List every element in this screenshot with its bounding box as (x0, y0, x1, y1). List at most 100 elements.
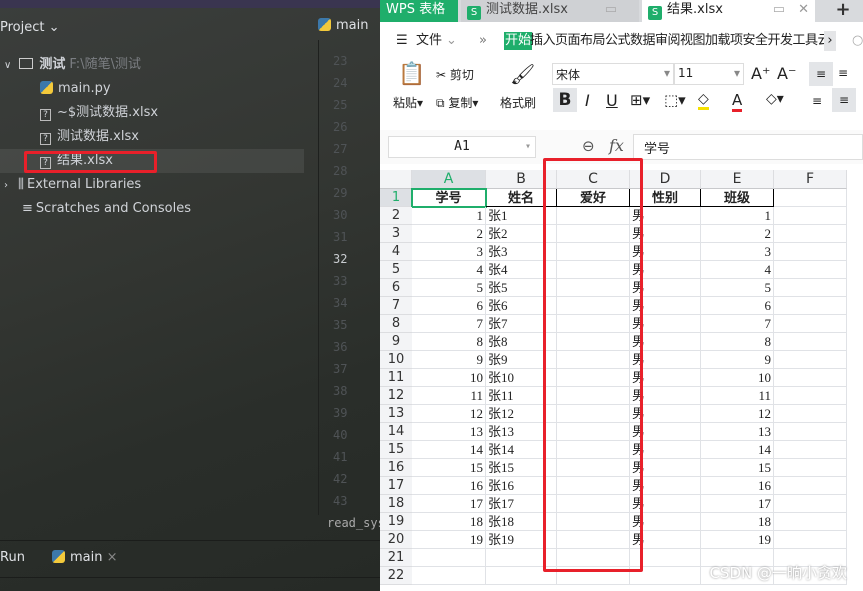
row-header[interactable]: 7 (380, 297, 412, 315)
select-all-corner[interactable] (380, 170, 412, 189)
cell[interactable]: 9 (412, 351, 486, 369)
cell[interactable]: 4 (412, 261, 486, 279)
font-size-select[interactable]: 11 ▾ (674, 63, 744, 85)
menu-items[interactable]: 插入页面布局公式数据审阅视图加载项安全开发工具云服 (530, 28, 824, 54)
cell[interactable] (412, 567, 486, 585)
tree-external-libraries[interactable]: › ⫼ External Libraries (4, 173, 141, 197)
cell[interactable]: 19 (701, 531, 774, 549)
formula-input[interactable]: 学号 (633, 134, 863, 160)
cell[interactable] (774, 369, 847, 387)
menu-file[interactable]: 文件 (416, 28, 442, 54)
font-select[interactable]: 宋体 ▾ (552, 63, 674, 85)
more-icon[interactable]: » (479, 28, 487, 54)
cell[interactable]: 2 (701, 225, 774, 243)
cell[interactable]: 15 (412, 459, 486, 477)
cell[interactable]: 4 (701, 261, 774, 279)
cell[interactable]: 学号 (411, 188, 487, 208)
row-header[interactable]: 2 (380, 207, 412, 225)
row-header[interactable]: 3 (380, 225, 412, 243)
align-middle-icon[interactable]: ≡ (838, 66, 848, 80)
cell[interactable] (774, 333, 847, 351)
row-header[interactable]: 19 (380, 513, 412, 531)
cell[interactable] (774, 405, 847, 423)
tree-file-test-data[interactable]: ? 测试数据.xlsx (40, 125, 139, 149)
row-header[interactable]: 14 (380, 423, 412, 441)
tree-file-main-py[interactable]: main.py (40, 77, 111, 101)
cell[interactable]: 3 (701, 243, 774, 261)
tab-result[interactable]: S 结果.xlsx ▭ ✕ (642, 0, 815, 22)
cell[interactable]: 13 (412, 423, 486, 441)
close-icon[interactable]: × (107, 550, 118, 565)
bold-button[interactable]: B (553, 88, 577, 112)
cell[interactable] (774, 207, 847, 225)
cell[interactable]: 19 (412, 531, 486, 549)
cell[interactable]: 10 (412, 369, 486, 387)
editor-breadcrumb[interactable]: read_sys (327, 516, 385, 530)
column-header[interactable]: A (412, 170, 486, 189)
tab-test-data[interactable]: S 测试数据.xlsx ▭ (461, 0, 639, 22)
row-header[interactable]: 20 (380, 531, 412, 549)
cell[interactable] (774, 513, 847, 531)
row-header[interactable]: 4 (380, 243, 412, 261)
cell[interactable]: 11 (412, 387, 486, 405)
run-tab-main[interactable]: main × (52, 550, 118, 565)
cell[interactable] (774, 423, 847, 441)
close-icon[interactable]: ✕ (798, 0, 809, 20)
format-painter-button[interactable]: 格式刷 (500, 94, 536, 111)
cell[interactable] (774, 225, 847, 243)
cell[interactable]: 1 (701, 207, 774, 225)
cell[interactable]: 8 (412, 333, 486, 351)
border-icon[interactable]: ⊞▾ (630, 91, 650, 109)
underline-button[interactable]: U (606, 91, 618, 110)
zoom-icon[interactable]: ⊖ (582, 137, 595, 155)
cell[interactable] (774, 261, 847, 279)
cell[interactable] (774, 279, 847, 297)
cell[interactable] (774, 189, 847, 207)
row-header[interactable]: 1 (380, 189, 412, 207)
cell[interactable]: 18 (701, 513, 774, 531)
tab-wps-home[interactable]: WPS 表格 (380, 0, 458, 22)
cell[interactable]: 13 (701, 423, 774, 441)
align-center-icon[interactable]: ≡ (832, 88, 856, 112)
column-header[interactable]: E (701, 170, 774, 189)
row-header[interactable]: 10 (380, 351, 412, 369)
search-icon[interactable]: ○ (852, 28, 863, 54)
row-header[interactable]: 8 (380, 315, 412, 333)
menu-home[interactable]: 开始 (504, 32, 533, 50)
cell[interactable] (412, 549, 486, 567)
fill-color-icon[interactable]: ◇ (698, 91, 709, 110)
cell[interactable]: 14 (701, 441, 774, 459)
cell[interactable]: 18 (412, 513, 486, 531)
fill-pattern-icon[interactable]: ⬚▾ (664, 91, 686, 109)
paste-icon[interactable]: 📋 (398, 62, 425, 87)
cell[interactable]: 8 (701, 333, 774, 351)
eraser-icon[interactable]: ◇▾ (766, 91, 784, 107)
row-header[interactable]: 11 (380, 369, 412, 387)
row-header[interactable]: 18 (380, 495, 412, 513)
tree-root-folder[interactable]: ∨ 测试 F:\随笔\测试 (4, 53, 141, 77)
cell[interactable]: 17 (701, 495, 774, 513)
name-box[interactable]: A1 ▾ (388, 136, 536, 158)
cell[interactable]: 7 (412, 315, 486, 333)
new-tab-button[interactable]: + (817, 0, 863, 22)
cell[interactable] (774, 297, 847, 315)
cell[interactable]: 14 (412, 441, 486, 459)
row-header[interactable]: 6 (380, 279, 412, 297)
decrease-font-icon[interactable]: A⁻ (777, 64, 796, 83)
cell[interactable] (774, 495, 847, 513)
cell[interactable] (774, 459, 847, 477)
cut-button[interactable]: ✂ 剪切 (436, 66, 474, 83)
row-header[interactable]: 5 (380, 261, 412, 279)
scroll-right-icon[interactable]: › (824, 31, 836, 51)
project-dropdown[interactable]: Project ⌄ (0, 20, 60, 35)
column-header[interactable]: F (774, 170, 847, 189)
editor-tab-main[interactable]: main (318, 18, 368, 33)
row-header[interactable]: 17 (380, 477, 412, 495)
cell[interactable]: 15 (701, 459, 774, 477)
cell[interactable]: 6 (701, 297, 774, 315)
cell[interactable]: 7 (701, 315, 774, 333)
increase-font-icon[interactable]: A⁺ (751, 64, 770, 83)
cell[interactable]: 6 (412, 297, 486, 315)
tree-scratches[interactable]: ≡ Scratches and Consoles (22, 197, 191, 221)
row-header[interactable]: 21 (380, 549, 412, 567)
